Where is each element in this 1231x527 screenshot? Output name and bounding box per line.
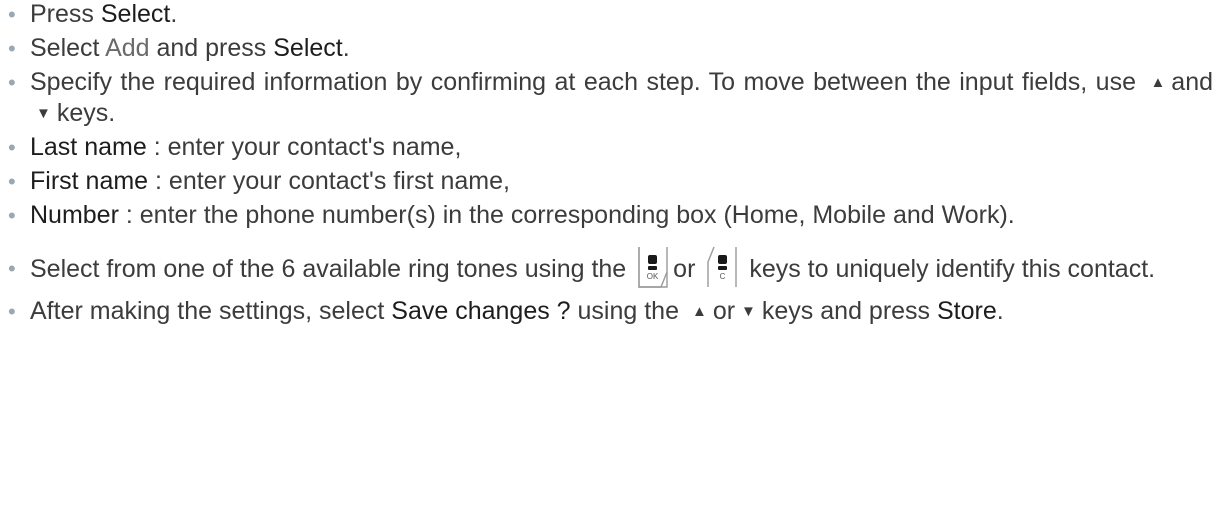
list-item: • Select Add and press Select.	[8, 34, 350, 62]
save-changes-keyword: Save changes ?	[391, 297, 571, 325]
bullet: •	[8, 70, 16, 95]
svg-text:OK: OK	[647, 272, 659, 281]
last-name-label: Last name	[30, 133, 147, 161]
instruction-list: • Press Select. • Select Add and press S…	[0, 0, 1231, 327]
down-arrow-icon: ▼	[36, 105, 51, 122]
first-name-label: First name	[30, 167, 149, 195]
list-item: • Specify the required information by co…	[8, 68, 1214, 127]
bullet: •	[8, 169, 16, 194]
select-keyword: Select	[100, 0, 171, 28]
ok-key-icon: OK	[637, 246, 669, 289]
list-item: • Press Select.	[8, 0, 178, 28]
add-menu-item: Add	[105, 34, 150, 62]
list-item: • Number : enter the phone number(s) in …	[8, 201, 1015, 229]
list-item: • Last name : enter your contact's name,	[8, 133, 462, 161]
up-arrow-icon: ▲	[1150, 74, 1166, 91]
bullet: •	[8, 36, 16, 61]
c-key-icon: C	[706, 246, 738, 288]
bullet: •	[8, 203, 16, 228]
svg-text:C: C	[720, 272, 726, 281]
down-arrow-icon: ▼	[741, 303, 756, 320]
list-item: • First name : enter your contact's firs…	[8, 167, 510, 195]
select-keyword: Select	[273, 34, 343, 62]
bullet: •	[8, 135, 16, 160]
list-item: • Select from one of the 6 available rin…	[0, 242, 1231, 296]
store-keyword: Store	[937, 297, 997, 325]
bullet: •	[8, 2, 16, 27]
bullet: •	[8, 256, 16, 281]
up-arrow-icon: ▲	[691, 303, 707, 320]
number-label: Number	[30, 201, 119, 229]
bullet: •	[8, 299, 16, 324]
list-item: • After making the settings, select Save…	[8, 297, 1004, 325]
